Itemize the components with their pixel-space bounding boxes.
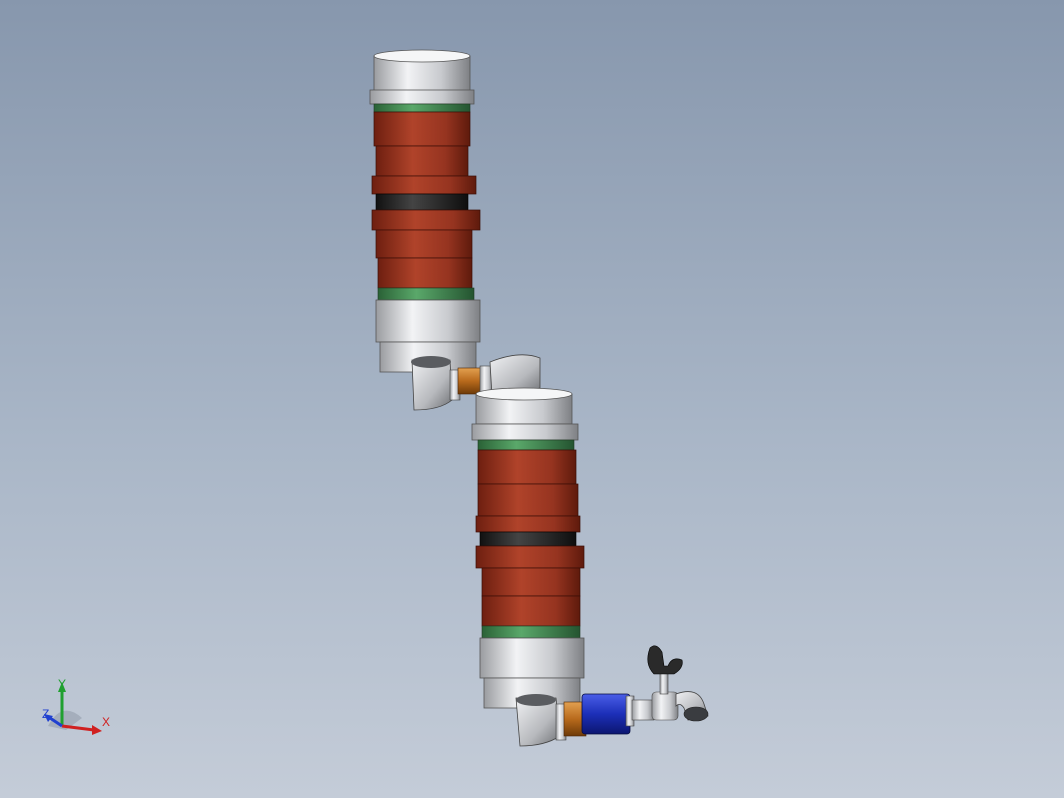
x-axis-label: X bbox=[102, 715, 111, 729]
x-axis-arrow bbox=[61, 724, 95, 732]
upper-filter-column[interactable] bbox=[369, 49, 481, 411]
lower-filter-column[interactable] bbox=[471, 387, 585, 747]
z-axis-label: Z bbox=[42, 707, 50, 721]
y-axis-label: Y bbox=[58, 677, 67, 691]
3d-model-view[interactable] bbox=[0, 0, 1064, 798]
valve-handle bbox=[647, 645, 683, 675]
view-orientation-triad[interactable]: Y X Z bbox=[38, 678, 118, 742]
graphics-viewport[interactable]: Y X Z bbox=[0, 0, 1064, 798]
